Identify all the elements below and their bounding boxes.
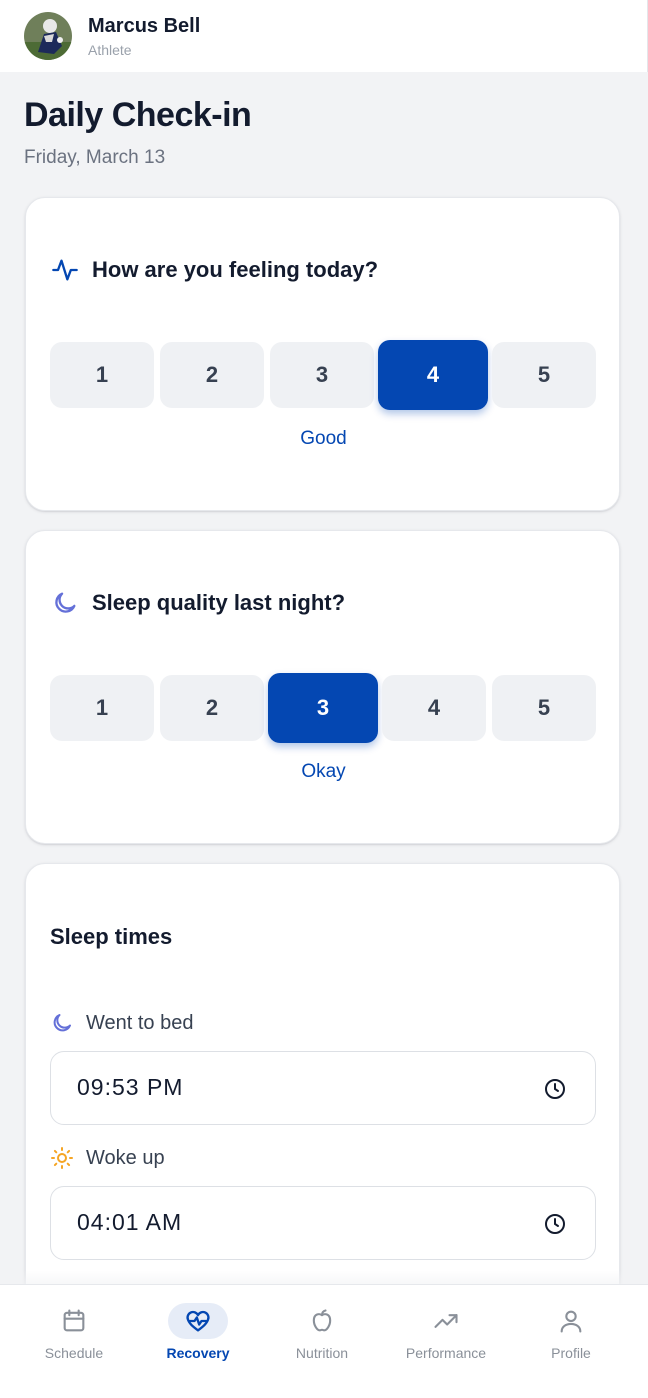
user-role: Athlete xyxy=(88,42,132,58)
clock-icon[interactable] xyxy=(543,1077,567,1101)
sun-icon xyxy=(50,1146,74,1170)
moon-icon xyxy=(50,1011,74,1035)
sleep-quality-question-row: Sleep quality last night? xyxy=(50,587,345,619)
heart-pulse-icon xyxy=(168,1303,228,1339)
sleep-option-1[interactable]: 1 xyxy=(50,675,154,741)
feeling-rating: 1 2 3 4 5 xyxy=(50,340,597,410)
sleep-option-5[interactable]: 5 xyxy=(492,675,596,741)
feeling-option-1[interactable]: 1 xyxy=(50,342,154,408)
nav-item-schedule[interactable]: Schedule xyxy=(14,1303,134,1367)
feeling-option-3[interactable]: 3 xyxy=(270,342,374,408)
nav-label-profile: Profile xyxy=(551,1345,591,1361)
page-title: Daily Check-in xyxy=(24,96,252,134)
page-date: Friday, March 13 xyxy=(24,147,166,168)
sleep-quality-question: Sleep quality last night? xyxy=(92,590,346,615)
wake-time-input[interactable]: 04:01 AM xyxy=(50,1186,596,1260)
sleep-quality-selected-label: Okay xyxy=(301,761,346,782)
app-header: Marcus Bell Athlete xyxy=(0,0,648,72)
feeling-question: How are you feeling today? xyxy=(92,257,379,282)
sleep-quality-card: Sleep quality last night? 1 2 3 4 5 Okay xyxy=(25,530,620,844)
nav-label-performance: Performance xyxy=(405,1345,487,1361)
nav-item-performance[interactable]: Performance xyxy=(386,1303,506,1367)
bottom-nav: Schedule Recovery Nutrition Performance xyxy=(0,1284,648,1398)
avatar[interactable] xyxy=(24,12,72,60)
feeling-question-row: How are you feeling today? xyxy=(50,254,378,286)
nav-item-nutrition[interactable]: Nutrition xyxy=(262,1303,382,1367)
nav-label-nutrition: Nutrition xyxy=(295,1345,349,1361)
trending-up-icon xyxy=(416,1303,476,1339)
clock-icon[interactable] xyxy=(543,1212,567,1236)
bed-time-value: 09:53 PM xyxy=(77,1074,184,1100)
wake-time-label: Woke up xyxy=(86,1146,165,1169)
wake-time-value: 04:01 AM xyxy=(77,1209,183,1235)
sleep-times-card: Sleep times Went to bed 09:53 PM Woke up… xyxy=(25,863,620,1323)
nav-item-profile[interactable]: Profile xyxy=(511,1303,631,1367)
wake-time-label-row: Woke up xyxy=(50,1146,165,1170)
nav-item-recovery[interactable]: Recovery xyxy=(138,1303,258,1367)
apple-icon xyxy=(292,1303,352,1339)
feeling-option-2[interactable]: 2 xyxy=(160,342,264,408)
feeling-option-5[interactable]: 5 xyxy=(492,342,596,408)
calendar-icon xyxy=(44,1303,104,1339)
sleep-option-4[interactable]: 4 xyxy=(382,675,486,741)
user-name: Marcus Bell xyxy=(88,15,201,37)
moon-icon xyxy=(50,588,80,618)
bed-time-label-row: Went to bed xyxy=(50,1011,193,1035)
sleep-quality-rating: 1 2 3 4 5 xyxy=(50,673,597,743)
feeling-selected-label: Good xyxy=(300,428,347,449)
nav-label-recovery: Recovery xyxy=(166,1345,230,1361)
feeling-option-4[interactable]: 4 xyxy=(378,340,488,410)
user-icon xyxy=(541,1303,601,1339)
sleep-times-title: Sleep times xyxy=(50,924,173,949)
bed-time-label: Went to bed xyxy=(86,1011,194,1034)
nav-label-schedule: Schedule xyxy=(44,1345,104,1361)
bed-time-input[interactable]: 09:53 PM xyxy=(50,1051,596,1125)
feeling-card: How are you feeling today? 1 2 3 4 5 Goo… xyxy=(25,197,620,511)
activity-pulse-icon xyxy=(50,255,80,285)
sleep-option-3[interactable]: 3 xyxy=(268,673,378,743)
sleep-option-2[interactable]: 2 xyxy=(160,675,264,741)
